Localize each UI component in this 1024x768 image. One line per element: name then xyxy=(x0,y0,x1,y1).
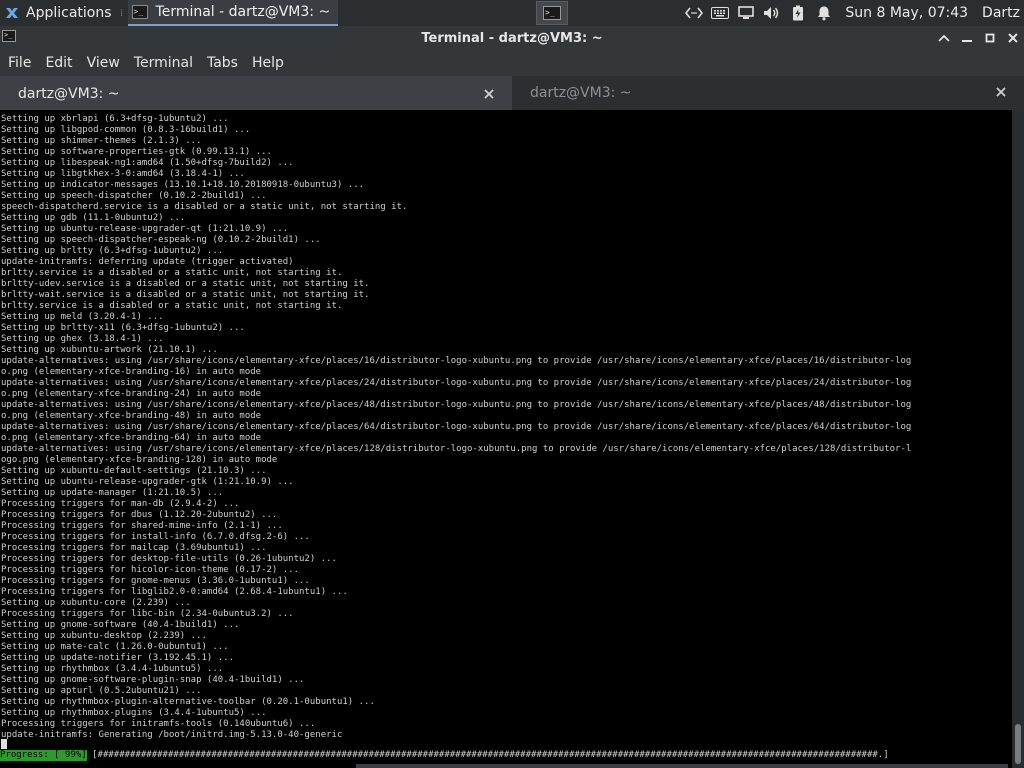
close-icon[interactable] xyxy=(994,85,1008,99)
maximize-icon[interactable] xyxy=(978,26,1001,50)
xfce-mouse-icon xyxy=(4,5,20,21)
window-controls xyxy=(932,26,1024,50)
tab-label: dartz@VM3: ~ xyxy=(530,85,632,101)
progress-line: Progress: [ 99%] [######################… xyxy=(0,750,1012,761)
close-icon[interactable] xyxy=(482,87,496,101)
menu-terminal[interactable]: Terminal xyxy=(128,55,199,71)
terminal-launcher-button[interactable]: >_ xyxy=(536,1,568,25)
progress-bar: [#######################################… xyxy=(86,750,895,760)
tab-bar: dartz@VM3: ~ dartz@VM3: ~ xyxy=(0,76,1024,110)
system-tray: Sun 8 May, 07:43 Dartz xyxy=(681,0,1024,26)
keyboard-icon[interactable] xyxy=(707,0,733,26)
menu-file[interactable]: File xyxy=(2,55,37,71)
terminal-output[interactable]: Setting up xbrlapi (6.3+dfsg-1ubuntu2) .… xyxy=(0,110,1012,768)
terminal-cursor xyxy=(1,739,7,749)
bell-icon[interactable] xyxy=(811,0,837,26)
vertical-scrollbar[interactable] xyxy=(1012,110,1024,768)
horizontal-scrollbar[interactable] xyxy=(356,764,1008,768)
tab-terminal-1[interactable]: dartz@VM3: ~ xyxy=(0,76,512,110)
progress-label: Progress: [ 99%] xyxy=(0,750,87,761)
minimize-icon[interactable] xyxy=(955,26,978,50)
top-panel: Applications ⁞ >_ Terminal - dartz@VM3: … xyxy=(0,0,1024,26)
close-icon[interactable] xyxy=(1001,26,1024,50)
clock[interactable]: Sun 8 May, 07:43 xyxy=(837,5,978,21)
chevron-up-icon[interactable] xyxy=(932,26,955,50)
user-menu[interactable]: Dartz xyxy=(978,5,1024,21)
menu-view[interactable]: View xyxy=(81,55,126,71)
menu-help[interactable]: Help xyxy=(246,55,290,71)
tab-label: dartz@VM3: ~ xyxy=(18,86,120,102)
volume-icon[interactable] xyxy=(759,0,785,26)
display-icon[interactable] xyxy=(733,0,759,26)
menu-tabs[interactable]: Tabs xyxy=(201,55,244,71)
window-title: Terminal - dartz@VM3: ~ xyxy=(421,30,603,46)
window-titlebar[interactable]: >_ Terminal - dartz@VM3: ~ xyxy=(0,26,1024,50)
applications-menu-button[interactable]: Applications xyxy=(0,0,118,26)
applications-label: Applications xyxy=(26,5,112,21)
code-brackets-icon[interactable] xyxy=(681,0,707,26)
terminal-icon: >_ xyxy=(543,6,561,20)
taskbar-terminal-button[interactable]: >_ Terminal - dartz@VM3: ~ xyxy=(127,0,339,26)
taskbar-terminal-label: Terminal - dartz@VM3: ~ xyxy=(155,4,331,20)
menu-bar: File Edit View Terminal Tabs Help xyxy=(0,50,1024,76)
menu-edit[interactable]: Edit xyxy=(39,55,78,71)
terminal-icon: >_ xyxy=(131,5,148,19)
scrollbar-thumb[interactable] xyxy=(1015,724,1021,764)
tab-terminal-2[interactable]: dartz@VM3: ~ xyxy=(512,76,1024,110)
panel-separator: ⁞ xyxy=(119,7,124,19)
terminal-text: Setting up xbrlapi (6.3+dfsg-1ubuntu2) .… xyxy=(1,114,912,740)
battery-icon[interactable] xyxy=(785,0,811,26)
